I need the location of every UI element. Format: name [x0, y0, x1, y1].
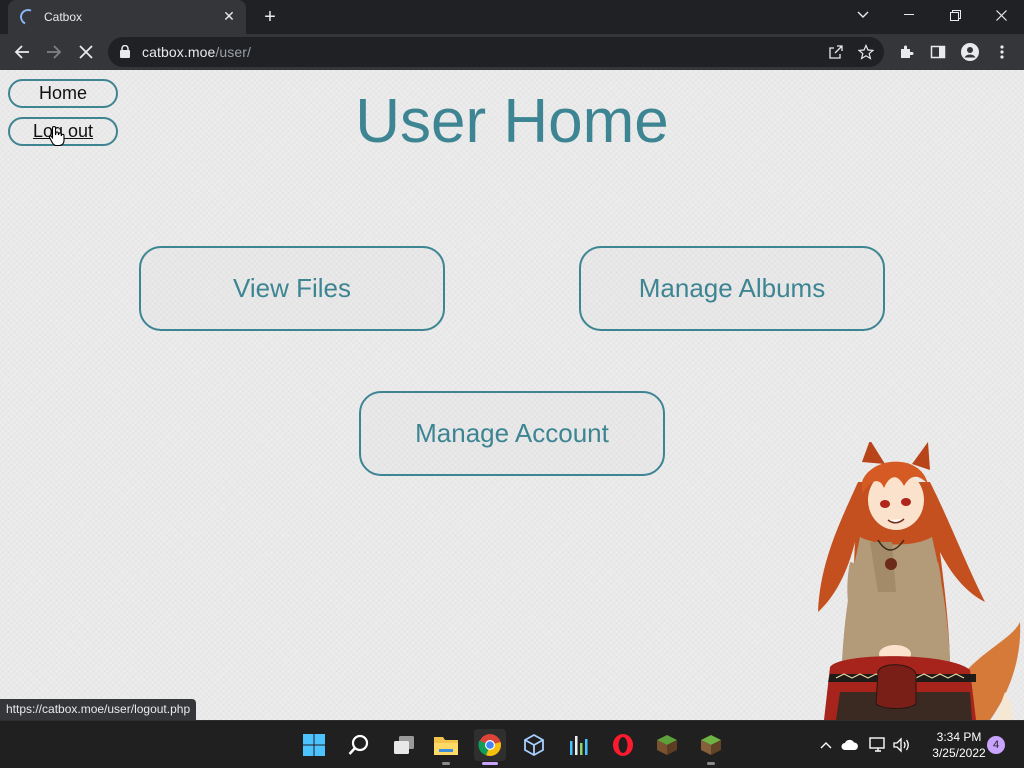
task-view-icon[interactable] [388, 729, 420, 761]
tab-strip: Catbox ✕ + [0, 0, 1024, 34]
lock-icon[interactable] [120, 45, 130, 58]
running-indicator [442, 762, 450, 765]
url-path: /user/ [215, 44, 251, 60]
network-icon[interactable] [868, 735, 888, 755]
chrome-icon[interactable] [474, 729, 506, 765]
volume-icon[interactable] [892, 735, 912, 755]
search-icon[interactable] [343, 729, 375, 761]
running-indicator [707, 762, 715, 765]
minecraft-icon[interactable] [651, 729, 683, 761]
url-text: catbox.moe/user/ [142, 44, 251, 60]
start-windows-icon[interactable] [298, 729, 330, 761]
forward-icon[interactable] [40, 38, 68, 66]
manage-albums-button[interactable]: Manage Albums [579, 246, 885, 331]
tab-catbox[interactable]: Catbox ✕ [8, 0, 246, 34]
taskbar: 3:34 PM 3/25/2022 4 [0, 720, 1024, 768]
bookmark-star-icon[interactable] [852, 38, 880, 66]
view-files-button[interactable]: View Files [139, 246, 445, 331]
side-panel-icon[interactable] [924, 38, 952, 66]
address-bar[interactable]: catbox.moe/user/ [108, 37, 884, 67]
page-content: Home Log out User Home View Files Manage… [0, 70, 1024, 720]
tab-search-icon[interactable] [840, 0, 886, 30]
show-hidden-icons-chevron-icon[interactable] [816, 735, 836, 755]
link-status-url: https://catbox.moe/user/logout.php [0, 699, 197, 720]
file-explorer-icon[interactable] [430, 729, 462, 765]
virtualbox-icon[interactable] [518, 729, 550, 761]
menu-kebab-icon[interactable] [988, 38, 1016, 66]
loading-spinner-icon [17, 6, 39, 28]
restore-icon[interactable] [932, 0, 978, 30]
active-indicator [482, 762, 498, 765]
hand-cursor-icon [48, 125, 65, 147]
minecraft-launcher-icon[interactable] [695, 729, 727, 765]
browser-toolbar: catbox.moe/user/ [0, 34, 1024, 70]
profile-avatar-icon[interactable] [956, 38, 984, 66]
url-host: catbox.moe [142, 44, 216, 60]
page-title: User Home [355, 87, 669, 156]
tab-title: Catbox [44, 10, 83, 24]
share-icon[interactable] [822, 38, 850, 66]
new-tab-icon[interactable]: + [258, 5, 282, 29]
close-tab-icon[interactable]: ✕ [220, 7, 238, 25]
mascot-illustration [818, 442, 1021, 720]
onedrive-cloud-icon[interactable] [840, 735, 860, 755]
opera-icon[interactable] [607, 729, 639, 761]
close-window-icon[interactable] [978, 0, 1024, 30]
notification-badge[interactable]: 4 [987, 736, 1005, 754]
extensions-icon[interactable] [892, 38, 920, 66]
equalizer-app-icon[interactable] [563, 729, 595, 761]
manage-account-button[interactable]: Manage Account [359, 391, 665, 476]
back-icon[interactable] [8, 38, 36, 66]
stop-loading-icon[interactable] [72, 38, 100, 66]
minimize-icon[interactable] [886, 0, 932, 30]
